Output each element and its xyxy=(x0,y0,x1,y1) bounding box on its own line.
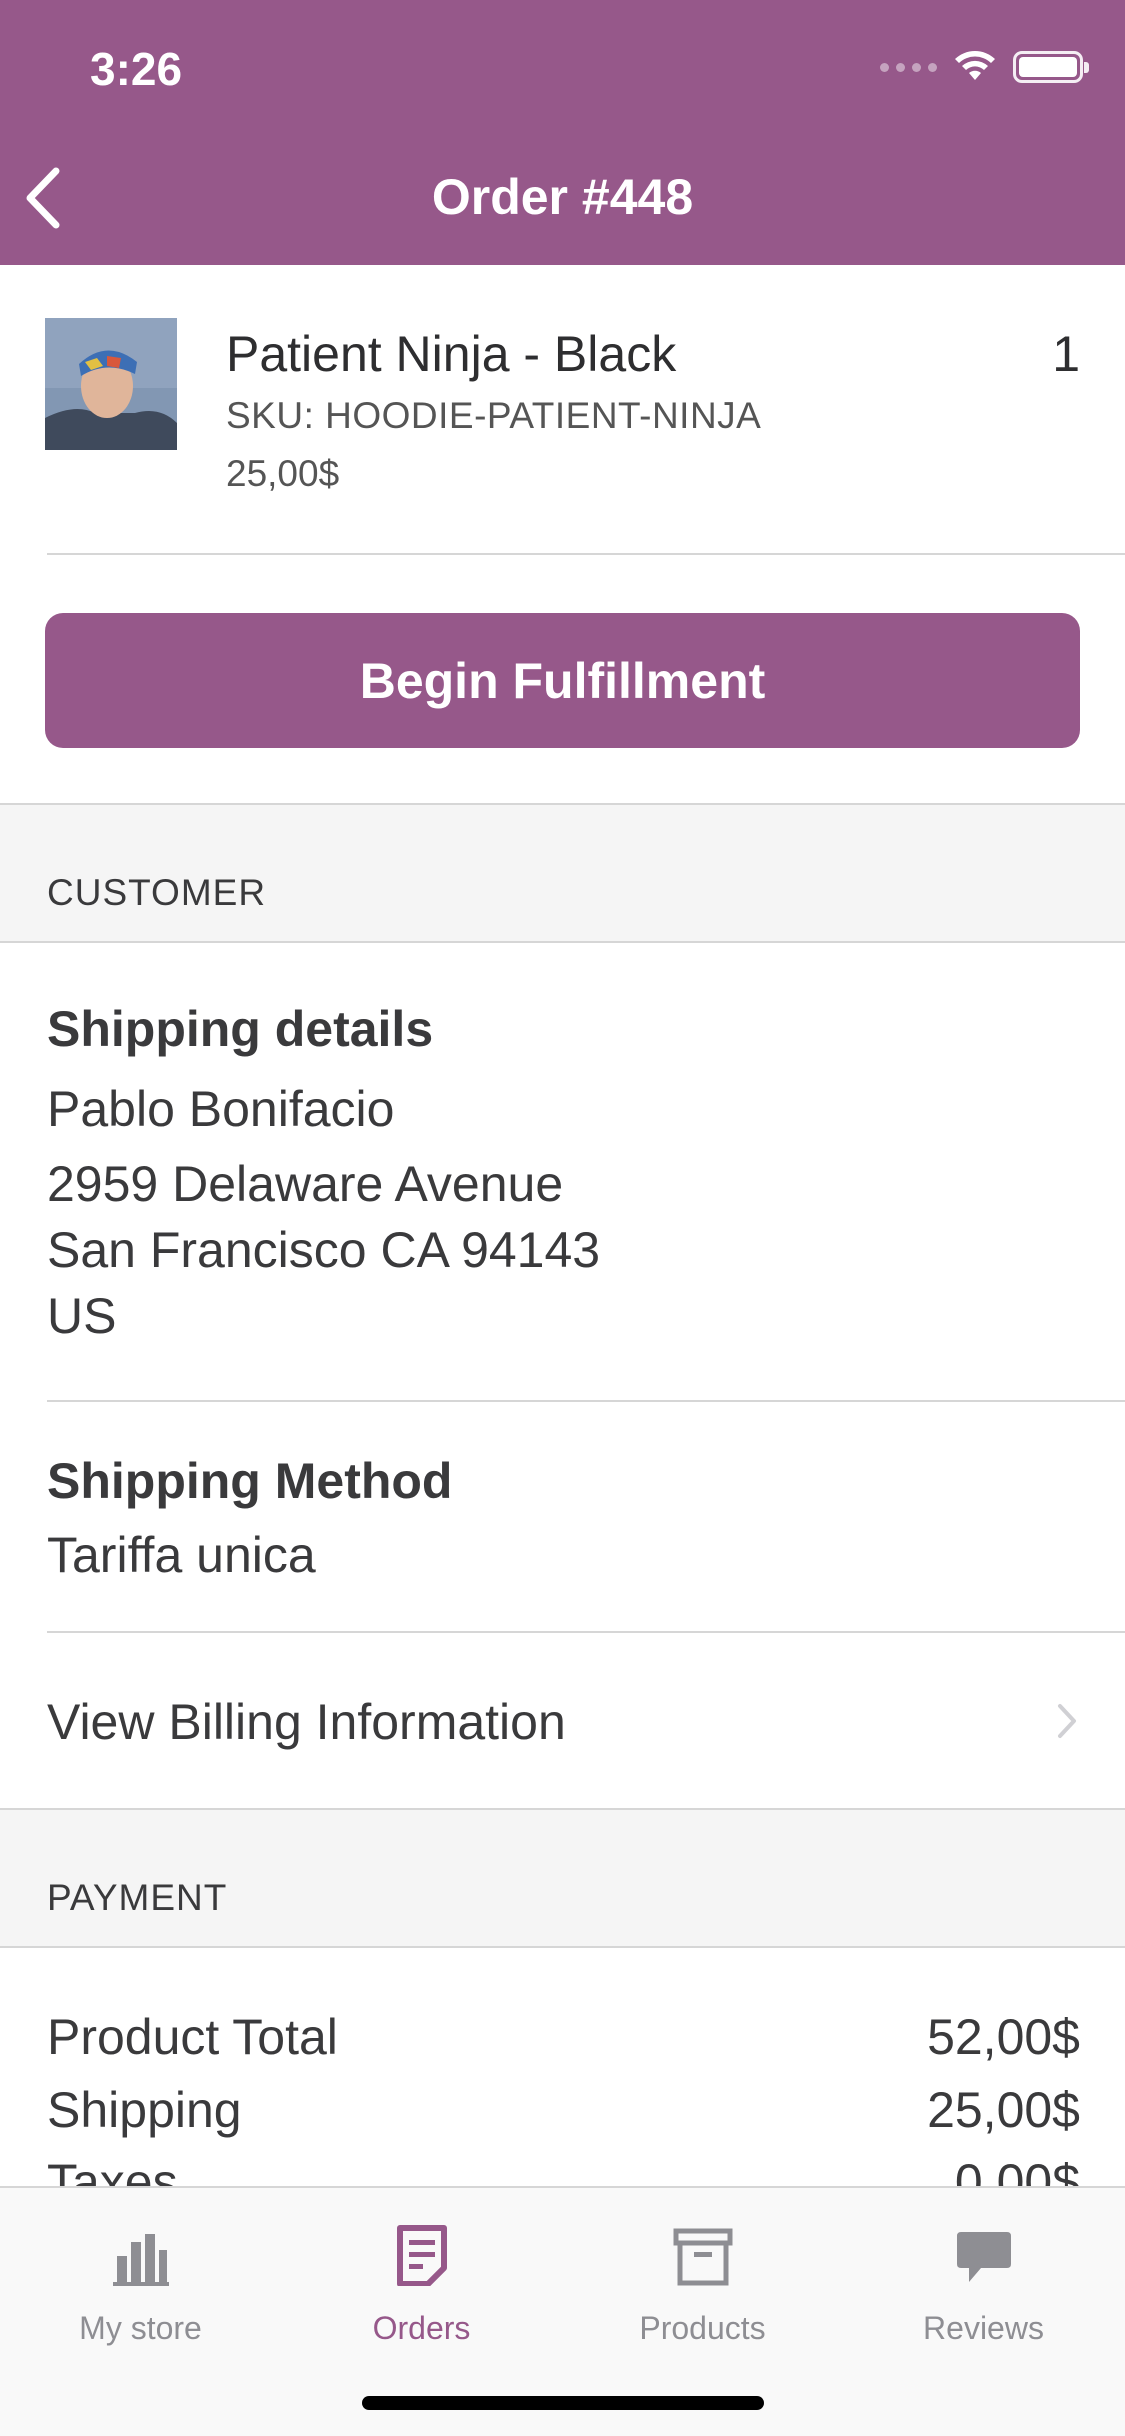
bar-chart-icon xyxy=(112,2234,169,2286)
status-time: 3:26 xyxy=(90,43,183,95)
order-item-row[interactable]: Patient Ninja - Black 1 SKU: HOODIE-PATI… xyxy=(0,265,1125,555)
customer-name: Pablo Bonifacio xyxy=(47,1081,395,1137)
payment-row-value: 52,00$ xyxy=(927,2009,1080,2065)
customer-section-header: CUSTOMER xyxy=(0,803,1125,943)
cellular-signal-icon xyxy=(880,62,937,72)
divider xyxy=(47,1400,1125,1402)
payment-row: Shipping 25,00$ xyxy=(47,2081,1080,2139)
address-country: US xyxy=(47,1288,117,1344)
shipping-details-title: Shipping details xyxy=(47,1001,434,1057)
view-billing-information-row[interactable]: View Billing Information xyxy=(0,1633,1125,1808)
orders-icon xyxy=(396,2225,447,2286)
tab-orders[interactable]: Orders xyxy=(281,2214,562,2347)
product-name: Patient Ninja - Black xyxy=(226,326,677,382)
payment-row-label: Shipping xyxy=(47,2082,242,2138)
section-label: CUSTOMER xyxy=(47,872,267,913)
speech-bubble-icon xyxy=(956,2232,1011,2282)
tab-label: Products xyxy=(639,2310,766,2346)
begin-fulfillment-button[interactable]: Begin Fulfillment xyxy=(45,613,1080,748)
product-quantity: 1 xyxy=(1052,326,1080,382)
payment-section-header: PAYMENT xyxy=(0,1808,1125,1948)
payment-row-label: Product Total xyxy=(47,2009,338,2065)
billing-link-label: View Billing Information xyxy=(47,1694,566,1750)
tab-reviews[interactable]: Reviews xyxy=(843,2214,1124,2347)
product-price: 25,00$ xyxy=(226,453,340,494)
chevron-right-icon xyxy=(1058,1704,1076,1738)
tab-label: Orders xyxy=(372,2310,471,2346)
tab-label: My store xyxy=(79,2310,202,2346)
product-thumbnail xyxy=(45,318,177,450)
shipping-method-value: Tariffa unica xyxy=(47,1527,316,1583)
wifi-icon xyxy=(955,51,995,80)
shipping-method-title: Shipping Method xyxy=(47,1453,453,1509)
tab-my-store[interactable]: My store xyxy=(0,2214,281,2347)
payment-row: Product Total 52,00$ xyxy=(47,2008,1080,2066)
payment-row-value: 25,00$ xyxy=(927,2082,1080,2138)
address-line-2: San Francisco CA 94143 xyxy=(47,1222,601,1278)
address-line-1: 2959 Delaware Avenue xyxy=(47,1156,564,1212)
status-indicators xyxy=(880,50,1089,84)
battery-icon xyxy=(1013,51,1089,83)
divider xyxy=(47,553,1125,555)
section-label: PAYMENT xyxy=(47,1877,228,1918)
tab-label: Reviews xyxy=(923,2310,1044,2346)
product-sku: SKU: HOODIE-PATIENT-NINJA xyxy=(226,395,762,436)
nav-header: 3:26 Order #448 xyxy=(0,0,1125,265)
archive-box-icon xyxy=(673,2228,732,2286)
tab-products[interactable]: Products xyxy=(562,2214,843,2347)
page-title: Order #448 xyxy=(431,169,694,225)
home-indicator xyxy=(362,2396,764,2410)
